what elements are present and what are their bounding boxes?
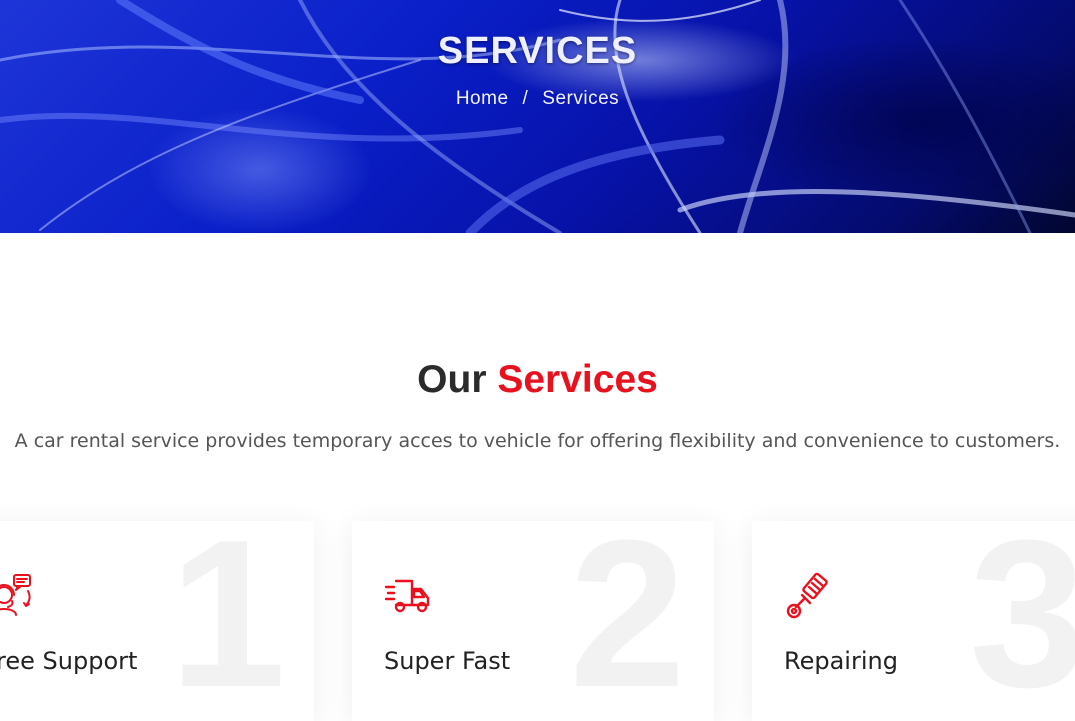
- service-card-title: Repairing: [784, 647, 898, 675]
- service-card-number: 3: [969, 521, 1075, 721]
- fast-delivery-truck-icon: [384, 579, 430, 613]
- page-title: SERVICES: [437, 30, 638, 72]
- service-card-support[interactable]: 1 Free Support: [0, 521, 314, 721]
- service-card-title: Super Fast: [384, 647, 511, 675]
- breadcrumb-home-link[interactable]: Home: [456, 88, 509, 109]
- page-hero-banner: SERVICES Home / Services: [0, 0, 1075, 233]
- breadcrumb: Home / Services: [0, 88, 1075, 110]
- section-title-prefix: Our: [417, 358, 487, 401]
- service-card-number: 2: [569, 521, 686, 721]
- breadcrumb-current: Services: [542, 88, 620, 109]
- service-card-fast[interactable]: 2 Super Fast: [352, 521, 714, 721]
- section-title: Our Services: [0, 358, 1075, 402]
- section-description: A car rental service provides temporary …: [14, 430, 1061, 452]
- spark-plug-icon: [786, 572, 828, 619]
- customer-support-icon: [0, 574, 31, 616]
- section-title-accent: Services: [497, 358, 658, 401]
- breadcrumb-separator: /: [522, 88, 529, 109]
- service-card-repairing[interactable]: 3 Repairing: [752, 521, 1075, 721]
- service-card-title: Free Support: [0, 647, 138, 675]
- service-card-number: 1: [169, 521, 286, 721]
